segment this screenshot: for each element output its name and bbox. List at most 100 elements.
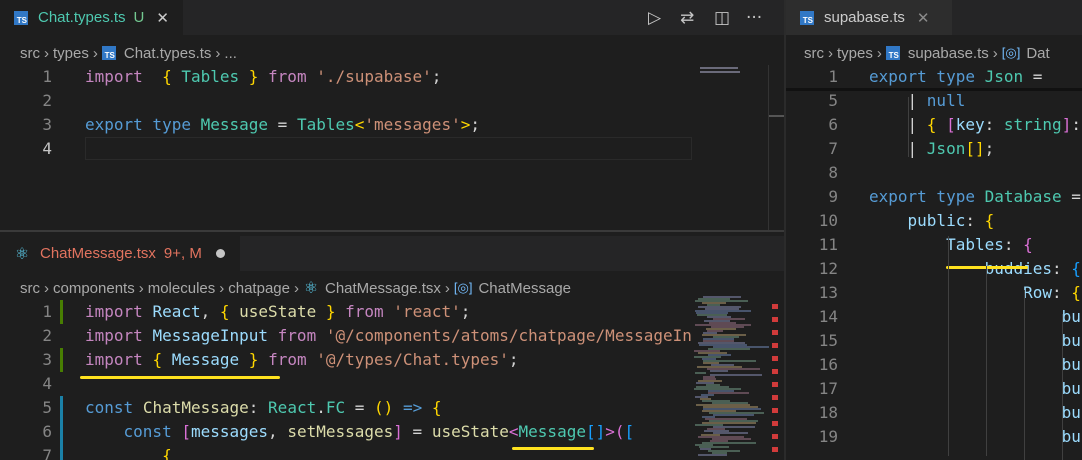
code-line[interactable]: 19 bu <box>786 425 1082 449</box>
code-line[interactable]: 1 import React, { useState } from 'react'… <box>0 300 692 324</box>
code-text: import MessageInput from '@/components/a… <box>85 324 692 348</box>
code-token: Message <box>518 422 586 441</box>
code-token: 'messages' <box>364 115 461 134</box>
breadcrumb-item[interactable]: components <box>53 280 135 297</box>
code-line[interactable]: 6 | { [key: string]: <box>786 113 1082 137</box>
code-line[interactable]: 10 public: { <box>786 209 1082 233</box>
code-text: public: { <box>869 209 995 233</box>
code-line[interactable]: 15 bu <box>786 329 1082 353</box>
code-token: [] <box>965 139 985 158</box>
line-number: 19 <box>818 427 838 446</box>
code-line[interactable]: 3 export type Message = Tables<'messages'… <box>0 113 700 137</box>
breadcrumb-item[interactable]: Dat <box>1026 45 1049 62</box>
line-number: 6 <box>828 115 838 134</box>
code-token: Tables <box>946 235 1004 254</box>
more-actions-icon[interactable]: ··· <box>746 8 762 28</box>
react-file-icon: ⚛ <box>14 245 30 263</box>
code-area[interactable]: 1 import React, { useState } from 'react'… <box>0 300 692 460</box>
close-tab-icon[interactable]: ✕ <box>156 9 169 27</box>
code-line[interactable]: 1 export type Json = <box>786 65 1082 89</box>
code-token: '@/components/atoms/chatpage/MessageIn <box>325 326 692 345</box>
breadcrumb-item[interactable]: src <box>20 45 40 62</box>
bottom-tab-bar: ⚛ ChatMessage.tsx 9+, M <box>0 236 784 271</box>
code-token: { <box>162 446 172 460</box>
git-modified-gutter <box>60 348 63 372</box>
code-token: : <box>248 398 269 417</box>
breadcrumb-item[interactable]: supabase.ts <box>908 45 989 62</box>
line-number: 7 <box>828 139 838 158</box>
code-line[interactable]: 6 const [messages, setMessages] = useSta… <box>0 420 692 444</box>
split-editor-icon[interactable]: ◫ <box>714 8 730 28</box>
code-line[interactable]: 12 buddies: { <box>786 257 1082 281</box>
code-text: bu <box>869 425 1081 449</box>
indent-guide <box>908 97 909 157</box>
code-line[interactable]: 17 bu <box>786 377 1082 401</box>
code-token: : <box>984 115 1004 134</box>
code-line[interactable]: 8 <box>786 161 1082 185</box>
breadcrumb-separator-icon: › <box>219 279 225 297</box>
code-line[interactable]: 2 import MessageInput from '@/components/… <box>0 324 692 348</box>
code-text: Row: { <box>869 281 1081 305</box>
code-line[interactable]: 1 import { Tables } from './supabase'; <box>0 65 700 89</box>
code-line[interactable]: 7 | Json[]; <box>786 137 1082 161</box>
react-file-icon: ⚛ <box>303 280 319 297</box>
minimap[interactable] <box>692 296 780 460</box>
code-line[interactable]: 18 bu <box>786 401 1082 425</box>
line-number: 1 <box>42 67 52 86</box>
git-modified-gutter <box>60 300 63 324</box>
editor-divider[interactable] <box>0 230 784 232</box>
top-tab-bar: TS Chat.types.ts U ✕ ▷ ⇄ ◫ ··· <box>0 0 784 35</box>
run-icon[interactable]: ▷ <box>648 8 661 28</box>
breadcrumb-item[interactable]: Chat.types.ts <box>124 45 212 62</box>
unsaved-dot-icon[interactable] <box>215 249 225 258</box>
breadcrumb-item[interactable]: ChatMessage <box>478 280 571 297</box>
code-token: ; <box>431 67 442 86</box>
tab-chat-message[interactable]: ⚛ ChatMessage.tsx 9+, M <box>0 236 240 271</box>
code-text: bu <box>869 377 1081 401</box>
code-line[interactable]: 5 const ChatMessage: React.FC = () => { <box>0 396 692 420</box>
code-token: > <box>460 115 471 134</box>
code-token: = <box>268 115 297 134</box>
line-number: 3 <box>42 115 52 134</box>
code-text: buddies: { <box>869 257 1081 281</box>
code-line[interactable]: 13 Row: { <box>786 281 1082 305</box>
breadcrumb-item[interactable]: molecules <box>148 280 216 297</box>
breadcrumb-item[interactable]: src <box>804 45 824 62</box>
tab-chat-types[interactable]: TS Chat.types.ts U ✕ <box>0 0 183 35</box>
code-line[interactable]: 14 bu <box>786 305 1082 329</box>
top-editor-group: TS Chat.types.ts U ✕ ▷ ⇄ ◫ ··· src › types… <box>0 0 784 230</box>
code-line[interactable]: 9 export type Database = <box>786 185 1082 209</box>
code-token: 'react' <box>393 302 461 321</box>
code-area[interactable]: 1 export type Json = 5 | null 6 | { [key: s… <box>786 65 1082 460</box>
code-token: [] <box>585 422 606 441</box>
breadcrumb-item[interactable]: chatpage <box>228 280 290 297</box>
compare-changes-icon[interactable]: ⇄ <box>680 8 694 28</box>
code-token: : <box>1071 115 1081 134</box>
minimap[interactable] <box>700 65 768 230</box>
code-token: = <box>345 398 375 417</box>
breadcrumb-item[interactable]: ChatMessage.tsx <box>325 280 441 297</box>
code-line[interactable]: 5 | null <box>786 89 1082 113</box>
scrollbar[interactable] <box>768 65 784 230</box>
code-line[interactable]: 2 <box>0 89 700 113</box>
line-number: 2 <box>42 326 52 345</box>
code-token: : <box>965 211 985 230</box>
breadcrumb-item[interactable]: types <box>837 45 873 62</box>
close-tab-icon[interactable]: ✕ <box>917 9 930 27</box>
breadcrumb-separator-icon: › <box>828 44 833 62</box>
breadcrumb-item[interactable]: src <box>20 280 40 297</box>
code-line[interactable]: 11 Tables: { <box>786 233 1082 257</box>
code-line[interactable]: 3 import { Message } from '@/types/Chat.t… <box>0 348 692 372</box>
tab-filename: ChatMessage.tsx <box>40 245 156 262</box>
tab-supabase[interactable]: TS supabase.ts ✕ <box>786 0 952 35</box>
breadcrumb-item[interactable]: ... <box>224 45 237 62</box>
breadcrumb-item[interactable]: types <box>53 45 89 62</box>
code-token: < <box>354 115 365 134</box>
code-line[interactable]: 16 bu <box>786 353 1082 377</box>
